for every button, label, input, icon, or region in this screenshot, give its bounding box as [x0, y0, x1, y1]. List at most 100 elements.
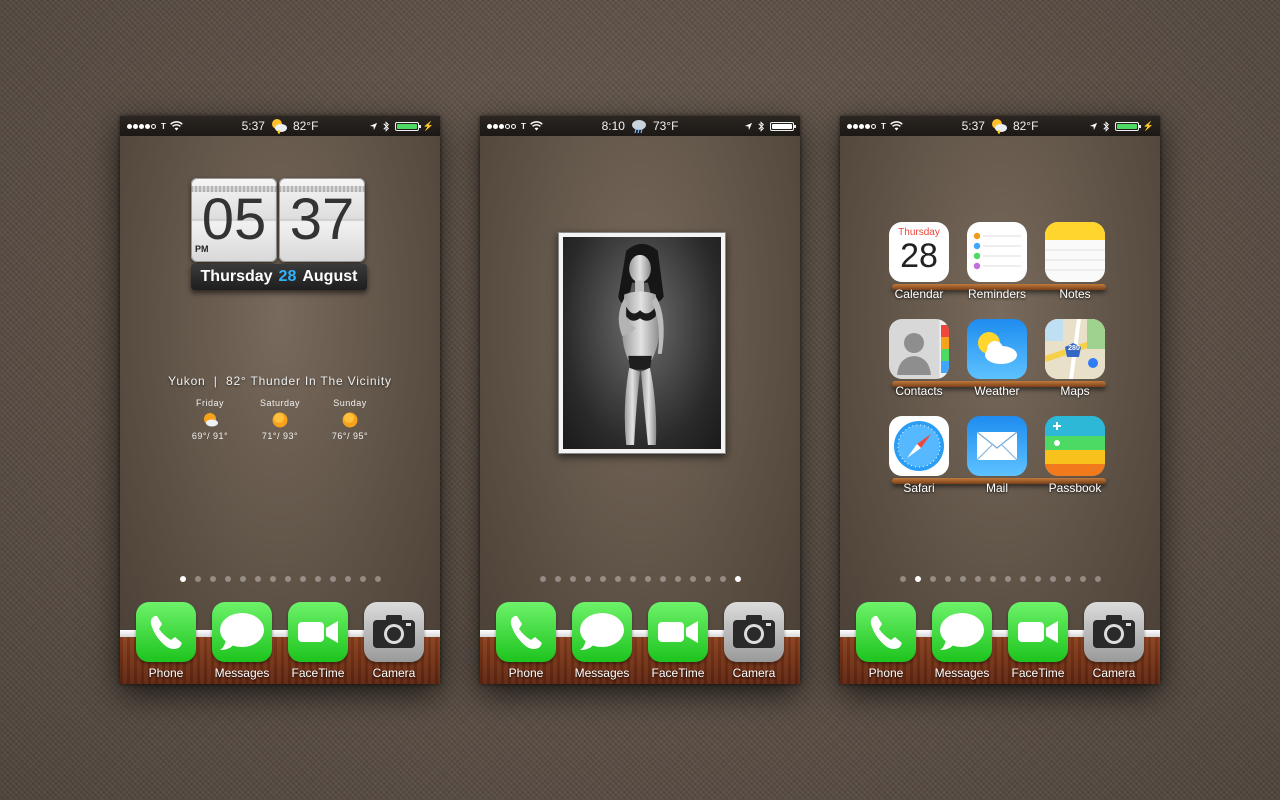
forecast-day: Sunday 76°/ 95°: [327, 398, 373, 441]
app-weather[interactable]: Weather: [958, 319, 1036, 398]
phone-icon: [136, 602, 196, 662]
app-facetime[interactable]: FaceTime: [640, 602, 716, 680]
app-camera[interactable]: Camera: [716, 602, 792, 680]
app-notes[interactable]: Notes: [1036, 222, 1114, 301]
page-dot[interactable]: [914, 576, 921, 582]
weather-forecast: Friday 69°/ 91° Saturday 71°/ 93° Sunday…: [120, 398, 440, 441]
page-dot[interactable]: [959, 576, 966, 582]
flip-clock-widget[interactable]: 05 PM 37 Thursday 28 August: [191, 178, 369, 292]
app-label: Weather: [974, 384, 1020, 398]
battery-icon: [394, 121, 421, 131]
app-maps[interactable]: 280 Maps: [1036, 319, 1114, 398]
page-dot[interactable]: [374, 576, 381, 582]
page-dot[interactable]: [734, 576, 741, 582]
page-dot[interactable]: [1004, 576, 1011, 582]
app-facetime[interactable]: FaceTime: [1000, 602, 1076, 680]
app-phone[interactable]: Phone: [488, 602, 564, 680]
page-dot[interactable]: [989, 576, 996, 582]
page-dot[interactable]: [224, 576, 231, 582]
app-label: Camera: [732, 666, 776, 680]
app-label: FaceTime: [1011, 666, 1065, 680]
page-dot[interactable]: [689, 576, 696, 582]
page-dot[interactable]: [674, 576, 681, 582]
app-label: Safari: [903, 481, 935, 495]
clock-hour: 05 PM: [191, 178, 277, 262]
page-dot[interactable]: [1094, 576, 1101, 582]
app-passbook[interactable]: Passbook: [1036, 416, 1114, 495]
weather-widget[interactable]: Yukon | 82° Thunder In The Vicinity Frid…: [120, 374, 440, 441]
app-calendar[interactable]: Thursday 28 Calendar: [880, 222, 958, 301]
page-dot[interactable]: [344, 576, 351, 582]
facetime-icon: [288, 602, 348, 662]
page-dot[interactable]: [629, 576, 636, 582]
forecast-temps: 71°/ 93°: [261, 431, 299, 441]
portrait-photo: [618, 243, 664, 446]
page-dot[interactable]: [704, 576, 711, 582]
app-camera[interactable]: Camera: [356, 602, 432, 680]
page-dot[interactable]: [584, 576, 591, 582]
app-label: FaceTime: [291, 666, 345, 680]
page-dot[interactable]: [1064, 576, 1071, 582]
page-indicator[interactable]: [480, 576, 800, 582]
forecast-temps: 69°/ 91°: [191, 431, 229, 441]
page-dot[interactable]: [1034, 576, 1041, 582]
passbook-icon: [1045, 416, 1105, 476]
page-dot[interactable]: [239, 576, 246, 582]
page-dot[interactable]: [539, 576, 546, 582]
page-dot[interactable]: [569, 576, 576, 582]
app-label: Phone: [148, 666, 184, 680]
photo-widget[interactable]: [558, 232, 726, 454]
reminders-icon: [967, 222, 1027, 282]
app-label: Phone: [868, 666, 904, 680]
clock-day: 28: [278, 268, 297, 285]
page-dot[interactable]: [599, 576, 606, 582]
page-dot[interactable]: [554, 576, 561, 582]
page-dot[interactable]: [899, 576, 906, 582]
app-reminders[interactable]: Reminders: [958, 222, 1036, 301]
home-screen-photo: T 8:10 73°F Phone Messages FaceTime Came…: [480, 116, 800, 684]
page-dot[interactable]: [299, 576, 306, 582]
page-dot[interactable]: [1079, 576, 1086, 582]
page-indicator[interactable]: [120, 576, 440, 582]
status-bar: T 8:10 73°F: [480, 116, 800, 136]
app-safari[interactable]: Safari: [880, 416, 958, 495]
app-facetime[interactable]: FaceTime: [280, 602, 356, 680]
page-dot[interactable]: [929, 576, 936, 582]
page-dot[interactable]: [644, 576, 651, 582]
app-mail[interactable]: Mail: [958, 416, 1036, 495]
page-dot[interactable]: [944, 576, 951, 582]
app-label: Phone: [508, 666, 544, 680]
page-dot[interactable]: [284, 576, 291, 582]
page-dot[interactable]: [1049, 576, 1056, 582]
app-phone[interactable]: Phone: [848, 602, 924, 680]
page-dot[interactable]: [269, 576, 276, 582]
page-dot[interactable]: [359, 576, 366, 582]
app-phone[interactable]: Phone: [128, 602, 204, 680]
app-label: Contacts: [895, 384, 943, 398]
app-messages[interactable]: Messages: [204, 602, 280, 680]
page-dot[interactable]: [659, 576, 666, 582]
page-dot[interactable]: [179, 576, 186, 582]
app-camera[interactable]: Camera: [1076, 602, 1152, 680]
thunder-cloud-icon: [271, 119, 287, 134]
app-label: Calendar: [894, 287, 944, 301]
page-dot[interactable]: [974, 576, 981, 582]
app-label: Reminders: [967, 287, 1027, 301]
page-dot[interactable]: [194, 576, 201, 582]
page-dot[interactable]: [614, 576, 621, 582]
weather-summary: Yukon | 82° Thunder In The Vicinity: [168, 374, 392, 388]
page-dot[interactable]: [209, 576, 216, 582]
app-contacts[interactable]: Contacts: [880, 319, 958, 398]
clock-weekday: Thursday: [200, 268, 273, 285]
page-dot[interactable]: [254, 576, 261, 582]
page-dot[interactable]: [314, 576, 321, 582]
dock: Phone Messages FaceTime Camera: [120, 596, 440, 684]
sun-icon: [342, 412, 358, 428]
page-dot[interactable]: [329, 576, 336, 582]
app-messages[interactable]: Messages: [924, 602, 1000, 680]
page-indicator[interactable]: [840, 576, 1160, 582]
page-dot[interactable]: [719, 576, 726, 582]
page-dot[interactable]: [1019, 576, 1026, 582]
forecast-day: Friday 69°/ 91°: [187, 398, 233, 441]
app-messages[interactable]: Messages: [564, 602, 640, 680]
